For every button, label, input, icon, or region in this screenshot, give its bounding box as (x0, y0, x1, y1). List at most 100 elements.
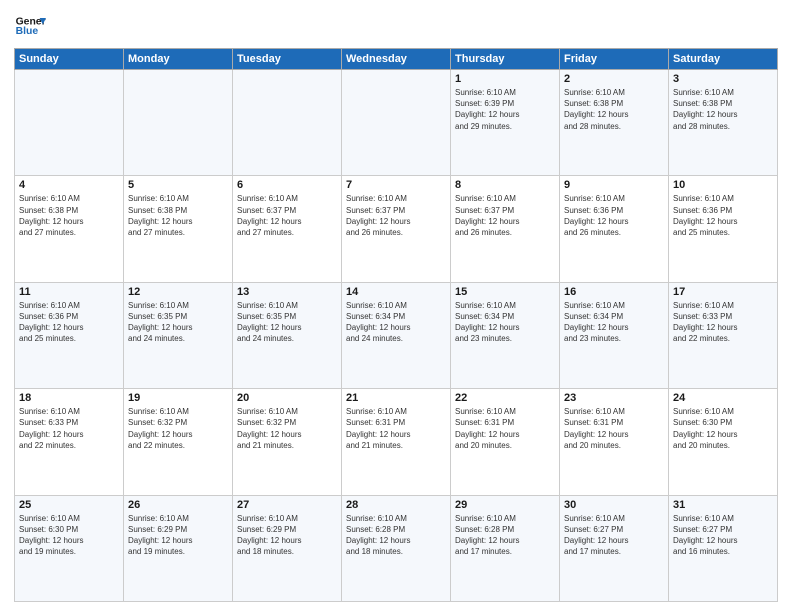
week-row-2: 4 Sunrise: 6:10 AM Sunset: 6:38 PM Daylig… (15, 176, 778, 282)
calendar-table: SundayMondayTuesdayWednesdayThursdayFrid… (14, 48, 778, 602)
day-cell: 5 Sunrise: 6:10 AM Sunset: 6:38 PM Daylig… (124, 176, 233, 282)
day-number: 18 (19, 392, 119, 404)
day-number: 25 (19, 499, 119, 511)
page: General Blue SundayMondayTuesdayWednesda… (0, 0, 792, 612)
day-cell: 29Sunrise: 6:10 AM Sunset: 6:28 PM Dayli… (451, 495, 560, 601)
day-cell: 31 Sunrise: 6:10 AM Sunset: 6:27 PM Dayli… (669, 495, 778, 601)
day-header-wednesday: Wednesday (342, 49, 451, 70)
day-info: Sunrise: 6:10 AM Sunset: 6:38 PM Dayligh… (128, 193, 228, 238)
day-number: 10 (673, 179, 773, 191)
day-number: 26 (128, 499, 228, 511)
day-info: Sunrise: 6:10 AM Sunset: 6:38 PM Dayligh… (564, 87, 664, 132)
day-number: 15 (455, 286, 555, 298)
week-row-5: 25 Sunrise: 6:10 AM Sunset: 6:30 PM Dayli… (15, 495, 778, 601)
day-info: Sunrise: 6:10 AM Sunset: 6:29 PM Dayligh… (237, 513, 337, 558)
day-header-sunday: Sunday (15, 49, 124, 70)
day-cell: 26 Sunrise: 6:10 AM Sunset: 6:29 PM Dayli… (124, 495, 233, 601)
day-cell: 23Sunrise: 6:10 AM Sunset: 6:31 PM Dayli… (560, 389, 669, 495)
day-cell: 11 Sunrise: 6:10 AM Sunset: 6:36 PM Dayli… (15, 282, 124, 388)
day-info: Sunrise: 6:10 AM Sunset: 6:37 PM Dayligh… (455, 193, 555, 238)
week-row-4: 18 Sunrise: 6:10 AM Sunset: 6:33 PM Dayli… (15, 389, 778, 495)
logo-icon: General Blue (14, 10, 46, 42)
day-info: Sunrise: 6:10 AM Sunset: 6:27 PM Dayligh… (564, 513, 664, 558)
day-cell (233, 70, 342, 176)
day-header-saturday: Saturday (669, 49, 778, 70)
day-cell (342, 70, 451, 176)
day-cell: 7 Sunrise: 6:10 AM Sunset: 6:37 PM Daylig… (342, 176, 451, 282)
day-number: 7 (346, 179, 446, 191)
week-row-1: 1 Sunrise: 6:10 AM Sunset: 6:39 PM Daylig… (15, 70, 778, 176)
day-info: Sunrise: 6:10 AM Sunset: 6:30 PM Dayligh… (19, 513, 119, 558)
day-cell (15, 70, 124, 176)
day-header-monday: Monday (124, 49, 233, 70)
day-info: Sunrise: 6:10 AM Sunset: 6:38 PM Dayligh… (673, 87, 773, 132)
day-info: Sunrise: 6:10 AM Sunset: 6:33 PM Dayligh… (19, 406, 119, 451)
day-cell: 16Sunrise: 6:10 AM Sunset: 6:34 PM Dayli… (560, 282, 669, 388)
day-info: Sunrise: 6:10 AM Sunset: 6:33 PM Dayligh… (673, 300, 773, 345)
day-cell: 27 Sunrise: 6:10 AM Sunset: 6:29 PM Dayli… (233, 495, 342, 601)
day-number: 13 (237, 286, 337, 298)
day-info: Sunrise: 6:10 AM Sunset: 6:27 PM Dayligh… (673, 513, 773, 558)
day-number: 20 (237, 392, 337, 404)
day-info: Sunrise: 6:10 AM Sunset: 6:29 PM Dayligh… (128, 513, 228, 558)
day-cell: 21 Sunrise: 6:10 AM Sunset: 6:31 PM Dayli… (342, 389, 451, 495)
day-number: 8 (455, 179, 555, 191)
day-cell: 25 Sunrise: 6:10 AM Sunset: 6:30 PM Dayli… (15, 495, 124, 601)
day-number: 27 (237, 499, 337, 511)
day-number: 30 (564, 499, 664, 511)
day-info: Sunrise: 6:10 AM Sunset: 6:31 PM Dayligh… (346, 406, 446, 451)
day-info: Sunrise: 6:10 AM Sunset: 6:28 PM Dayligh… (455, 513, 555, 558)
day-cell: 9Sunrise: 6:10 AM Sunset: 6:36 PM Daylig… (560, 176, 669, 282)
day-cell: 17 Sunrise: 6:10 AM Sunset: 6:33 PM Dayli… (669, 282, 778, 388)
day-cell: 15 Sunrise: 6:10 AM Sunset: 6:34 PM Dayli… (451, 282, 560, 388)
day-number: 22 (455, 392, 555, 404)
day-number: 17 (673, 286, 773, 298)
day-number: 5 (128, 179, 228, 191)
day-cell (124, 70, 233, 176)
day-number: 1 (455, 73, 555, 85)
header: General Blue (14, 10, 778, 42)
day-info: Sunrise: 6:10 AM Sunset: 6:28 PM Dayligh… (346, 513, 446, 558)
week-row-3: 11 Sunrise: 6:10 AM Sunset: 6:36 PM Dayli… (15, 282, 778, 388)
day-cell: 6 Sunrise: 6:10 AM Sunset: 6:37 PM Daylig… (233, 176, 342, 282)
day-info: Sunrise: 6:10 AM Sunset: 6:32 PM Dayligh… (237, 406, 337, 451)
day-info: Sunrise: 6:10 AM Sunset: 6:37 PM Dayligh… (237, 193, 337, 238)
day-info: Sunrise: 6:10 AM Sunset: 6:34 PM Dayligh… (455, 300, 555, 345)
day-cell: 18 Sunrise: 6:10 AM Sunset: 6:33 PM Dayli… (15, 389, 124, 495)
day-cell: 10 Sunrise: 6:10 AM Sunset: 6:36 PM Dayli… (669, 176, 778, 282)
day-cell: 13 Sunrise: 6:10 AM Sunset: 6:35 PM Dayli… (233, 282, 342, 388)
day-info: Sunrise: 6:10 AM Sunset: 6:35 PM Dayligh… (237, 300, 337, 345)
day-info: Sunrise: 6:10 AM Sunset: 6:38 PM Dayligh… (19, 193, 119, 238)
day-info: Sunrise: 6:10 AM Sunset: 6:36 PM Dayligh… (673, 193, 773, 238)
day-number: 21 (346, 392, 446, 404)
day-cell: 14Sunrise: 6:10 AM Sunset: 6:34 PM Dayli… (342, 282, 451, 388)
day-info: Sunrise: 6:10 AM Sunset: 6:37 PM Dayligh… (346, 193, 446, 238)
day-number: 19 (128, 392, 228, 404)
day-number: 28 (346, 499, 446, 511)
day-info: Sunrise: 6:10 AM Sunset: 6:34 PM Dayligh… (564, 300, 664, 345)
day-number: 31 (673, 499, 773, 511)
day-cell: 1 Sunrise: 6:10 AM Sunset: 6:39 PM Daylig… (451, 70, 560, 176)
svg-text:Blue: Blue (16, 26, 39, 37)
day-cell: 24Sunrise: 6:10 AM Sunset: 6:30 PM Dayli… (669, 389, 778, 495)
day-header-thursday: Thursday (451, 49, 560, 70)
day-cell: 30 Sunrise: 6:10 AM Sunset: 6:27 PM Dayli… (560, 495, 669, 601)
day-cell: 2Sunrise: 6:10 AM Sunset: 6:38 PM Daylig… (560, 70, 669, 176)
day-number: 14 (346, 286, 446, 298)
day-info: Sunrise: 6:10 AM Sunset: 6:39 PM Dayligh… (455, 87, 555, 132)
day-info: Sunrise: 6:10 AM Sunset: 6:36 PM Dayligh… (19, 300, 119, 345)
day-info: Sunrise: 6:10 AM Sunset: 6:36 PM Dayligh… (564, 193, 664, 238)
day-cell: 19 Sunrise: 6:10 AM Sunset: 6:32 PM Dayli… (124, 389, 233, 495)
header-row: SundayMondayTuesdayWednesdayThursdayFrid… (15, 49, 778, 70)
day-cell: 22 Sunrise: 6:10 AM Sunset: 6:31 PM Dayli… (451, 389, 560, 495)
day-number: 3 (673, 73, 773, 85)
day-info: Sunrise: 6:10 AM Sunset: 6:35 PM Dayligh… (128, 300, 228, 345)
day-number: 23 (564, 392, 664, 404)
day-info: Sunrise: 6:10 AM Sunset: 6:32 PM Dayligh… (128, 406, 228, 451)
day-cell: 28 Sunrise: 6:10 AM Sunset: 6:28 PM Dayli… (342, 495, 451, 601)
day-header-tuesday: Tuesday (233, 49, 342, 70)
day-number: 11 (19, 286, 119, 298)
day-info: Sunrise: 6:10 AM Sunset: 6:31 PM Dayligh… (455, 406, 555, 451)
day-number: 4 (19, 179, 119, 191)
day-number: 6 (237, 179, 337, 191)
